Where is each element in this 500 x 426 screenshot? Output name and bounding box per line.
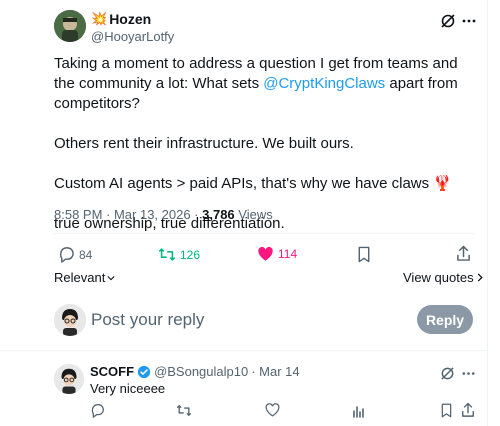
lobster-emoji: 🦞 xyxy=(433,175,452,192)
author-handle[interactable]: @HooyarLotfy xyxy=(91,29,174,44)
post-paragraph-3: Custom AI agents > paid APIs, that's why… xyxy=(54,175,452,192)
reply-button[interactable]: Reply xyxy=(417,305,473,334)
grok-icon[interactable] xyxy=(440,366,455,381)
post-timestamp[interactable]: 8:58 PM · Mar 13, 2026 · xyxy=(54,207,202,222)
post-paragraph-1: Taking a moment to address a question I … xyxy=(54,55,458,112)
view-quotes-label: View quotes xyxy=(403,270,474,285)
repost-action[interactable]: 126 xyxy=(158,246,200,263)
like-action[interactable]: 114 xyxy=(257,246,297,262)
current-user-avatar[interactable] xyxy=(54,304,86,336)
analytics-icon[interactable] xyxy=(352,404,366,418)
more-options-icon[interactable] xyxy=(461,13,477,29)
divider xyxy=(54,233,474,234)
author-avatar[interactable] xyxy=(54,10,86,42)
reply-author-name[interactable]: SCOFF xyxy=(90,364,134,379)
post-detail-panel: 💥 Hozen @HooyarLotfy Taking a moment to … xyxy=(0,0,488,426)
reply-action[interactable]: 84 xyxy=(58,246,92,263)
post-timestamp-row: 8:58 PM · Mar 13, 2026 · 3,786 Views xyxy=(54,207,273,222)
author-name-row[interactable]: 💥 Hozen xyxy=(91,11,151,27)
more-options-icon[interactable] xyxy=(461,366,476,381)
repost-icon xyxy=(158,246,176,263)
heart-icon xyxy=(257,246,274,262)
reply-text: Very niceeee xyxy=(90,381,166,396)
reply-input[interactable]: Post your reply xyxy=(91,310,204,330)
chevron-right-icon xyxy=(477,273,483,282)
share-icon[interactable] xyxy=(461,402,475,418)
repost-count: 126 xyxy=(180,247,201,262)
comment-icon[interactable] xyxy=(90,403,105,418)
view-quotes-link[interactable]: View quotes xyxy=(403,270,483,285)
share-icon[interactable] xyxy=(456,245,471,262)
reply-author-handle[interactable]: @BSongulalp10 xyxy=(154,364,248,379)
comment-icon xyxy=(58,246,75,263)
sort-label: Relevant xyxy=(54,270,106,285)
divider xyxy=(0,350,488,351)
reply-date[interactable]: · Mar 14 xyxy=(251,364,299,379)
views-count: 3,786 xyxy=(202,207,235,222)
mention-link[interactable]: @CryptKingClaws xyxy=(263,75,385,92)
chevron-down-icon xyxy=(107,275,115,281)
repost-icon[interactable] xyxy=(176,403,192,418)
reply-header: SCOFF @BSongulalp10 · Mar 14 xyxy=(90,364,300,379)
reply-author-avatar[interactable] xyxy=(54,364,84,394)
verified-badge-icon xyxy=(137,365,151,379)
reply-count: 84 xyxy=(79,247,93,262)
bookmark-icon[interactable] xyxy=(440,403,453,418)
like-count: 114 xyxy=(278,247,298,261)
bookmark-icon[interactable] xyxy=(357,246,371,263)
grok-icon[interactable] xyxy=(440,13,456,29)
sort-replies-dropdown[interactable]: Relevant xyxy=(54,270,115,285)
post-paragraph-2: Others rent their infrastructure. We bui… xyxy=(54,135,354,152)
heart-icon[interactable] xyxy=(265,403,280,417)
author-emoji: 💥 xyxy=(91,11,108,26)
views-label: Views xyxy=(234,207,273,222)
author-name[interactable]: Hozen xyxy=(109,11,151,27)
